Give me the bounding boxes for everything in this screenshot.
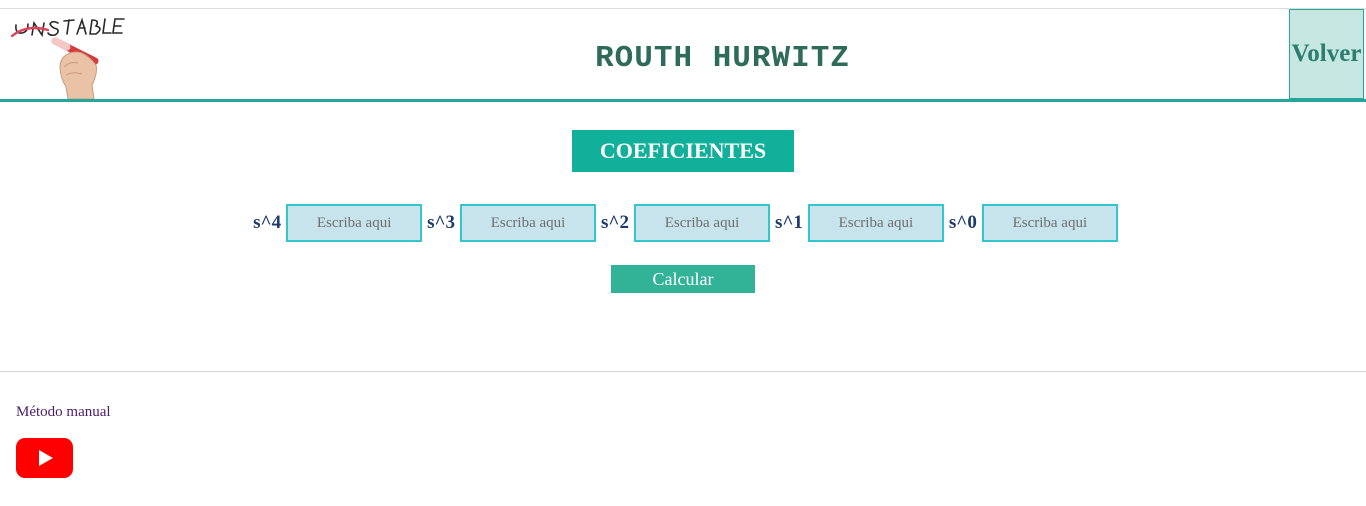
coef-label-s4: s^4 bbox=[253, 212, 282, 233]
coefficients-row: s^4 s^3 s^2 s^1 s^0 bbox=[0, 204, 1366, 242]
coef-input-s0[interactable] bbox=[981, 204, 1118, 242]
coef-label-s2: s^2 bbox=[601, 212, 629, 233]
calculate-button[interactable]: Calcular bbox=[611, 265, 755, 293]
site-header: ROUTH HURWITZ Volver bbox=[0, 9, 1366, 102]
footer-divider bbox=[0, 371, 1366, 372]
back-button[interactable]: Volver bbox=[1289, 9, 1364, 99]
coef-input-s3[interactable] bbox=[460, 204, 597, 242]
manual-method-link[interactable]: Método manual bbox=[16, 404, 111, 421]
coef-input-s2[interactable] bbox=[633, 204, 770, 242]
coef-label-s1: s^1 bbox=[774, 212, 803, 233]
coef-input-s4[interactable] bbox=[286, 204, 423, 242]
coef-input-s1[interactable] bbox=[807, 204, 944, 242]
youtube-play-icon[interactable] bbox=[16, 438, 73, 478]
coef-label-s3: s^3 bbox=[427, 212, 456, 233]
coefficients-heading: COEFICIENTES bbox=[572, 130, 794, 172]
coef-label-s0: s^0 bbox=[948, 212, 977, 233]
page-title: ROUTH HURWITZ bbox=[595, 41, 850, 76]
